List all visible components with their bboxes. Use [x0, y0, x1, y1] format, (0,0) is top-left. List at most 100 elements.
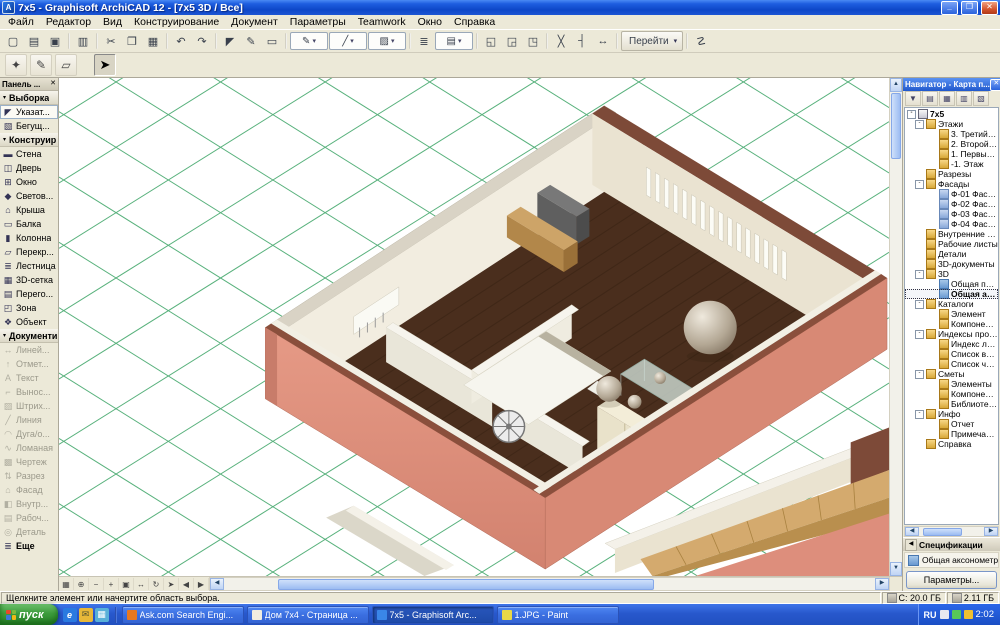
maximize-button[interactable]: ❐ — [961, 1, 978, 15]
undo-icon[interactable]: ↶ — [171, 31, 191, 51]
toolbar-icon[interactable] — [686, 33, 688, 49]
tree-item[interactable]: Отчет — [905, 419, 998, 429]
tray-messenger-icon[interactable] — [964, 610, 973, 619]
tree-project-root[interactable]: - 7x5 — [905, 109, 998, 119]
scroll-left-icon[interactable]: ◀ — [210, 578, 224, 590]
current-view-row[interactable]: Общая аксонометрия — [904, 552, 999, 568]
tool-wall[interactable]: ▬ Стена — [0, 147, 58, 161]
project-chooser-icon[interactable]: ▼ — [905, 91, 921, 106]
tool-detail[interactable]: ◎ Деталь — [0, 525, 58, 539]
tree-expander[interactable]: - — [915, 330, 924, 339]
origin-icon[interactable]: ⊕ — [74, 578, 89, 590]
tree-lists[interactable]: - Сметы — [905, 369, 998, 379]
horizontal-scroll-thumb[interactable] — [278, 579, 653, 590]
tree-item-selected[interactable]: Общая аксоно... — [905, 289, 998, 299]
tool-skylight[interactable]: ◆ Светов... — [0, 189, 58, 203]
tree-item[interactable]: Ф-02 Фасад юж... — [905, 199, 998, 209]
tray-volume-icon[interactable] — [940, 610, 949, 619]
tree-scroll-thumb[interactable] — [923, 528, 962, 536]
line-type-combo[interactable]: ╱ — [329, 32, 367, 50]
grid-snap-icon[interactable]: ▦ — [59, 578, 74, 590]
minimize-button[interactable]: _ — [941, 1, 958, 15]
tree-stories[interactable]: - Этажи — [905, 119, 998, 129]
task-paint[interactable]: 1.JPG - Paint — [497, 606, 619, 624]
tool-drawing[interactable]: ▩ Чертеж — [0, 455, 58, 469]
toolbar-icon[interactable] — [546, 33, 548, 49]
tree-item[interactable]: Ф-04 Фасад зап... — [905, 219, 998, 229]
tool-mesh[interactable]: ▦ 3D-сетка — [0, 273, 58, 287]
split-icon[interactable]: ╳ — [551, 31, 571, 51]
view-map-icon[interactable]: ▦ — [939, 91, 955, 106]
tree-expander[interactable]: - — [915, 270, 924, 279]
selection-arrow-icon[interactable]: ➤ — [94, 54, 116, 76]
tool-stair[interactable]: ≣ Лестница — [0, 259, 58, 273]
tool-object[interactable]: ❖ Объект — [0, 315, 58, 329]
tool-elevation[interactable]: ⌂ Фасад — [0, 483, 58, 497]
close-button[interactable]: ✕ — [981, 1, 998, 15]
tree-item[interactable]: Индекс листов — [905, 339, 998, 349]
publisher-icon[interactable]: ▧ — [973, 91, 989, 106]
menu-item[interactable]: Конструирование — [128, 16, 225, 28]
toolbox-more[interactable]: ≣ Еще — [0, 539, 58, 553]
cut-icon[interactable]: ✂ — [101, 31, 121, 51]
menu-item[interactable]: Файл — [2, 16, 40, 28]
layer-combo[interactable]: ▤ — [435, 32, 473, 50]
tree-item[interactable]: Библиотека по... — [905, 399, 998, 409]
tool-partition[interactable]: ▤ Перего... — [0, 287, 58, 301]
horizontal-scrollbar[interactable]: ◀ ▶ — [209, 577, 890, 591]
menu-item[interactable]: Справка — [448, 16, 501, 28]
tree-item[interactable]: Элемент — [905, 309, 998, 319]
prev-view-icon[interactable]: ◀ — [179, 578, 194, 590]
collapse-left-icon[interactable]: ◀ — [905, 539, 917, 551]
favorites-icon[interactable]: ✦ — [5, 54, 27, 76]
tree-expander[interactable]: - — [915, 300, 924, 309]
tree-item[interactable]: Примечания и з... — [905, 429, 998, 439]
tree-elevations[interactable]: - Фасады — [905, 179, 998, 189]
tool-column[interactable]: ▮ Колонна — [0, 231, 58, 245]
menu-item[interactable]: Вид — [97, 16, 128, 28]
viewport-3d-scene[interactable] — [59, 78, 889, 576]
tree-item[interactable]: Общая перспек... — [905, 279, 998, 289]
tool-fill[interactable]: ▨ Штрих... — [0, 399, 58, 413]
open-icon[interactable]: ▤ — [24, 31, 44, 51]
navigator-header[interactable]: Навигатор - Карта п... ✕ — [903, 78, 1000, 91]
app-icon[interactable]: A — [2, 1, 15, 14]
tree-3d-documents[interactable]: 3D-документы — [905, 259, 998, 269]
tree-item[interactable]: -1. Этаж — [905, 159, 998, 169]
scroll-up-icon[interactable]: ▲ — [890, 78, 902, 92]
tree-schedules[interactable]: - Каталоги — [905, 299, 998, 309]
toolbar-icon[interactable] — [616, 33, 618, 49]
tool-window[interactable]: ⊞ Окно — [0, 175, 58, 189]
tree-item[interactable]: 2. Второй этаж — [905, 139, 998, 149]
mail-icon[interactable]: ✉ — [79, 608, 93, 622]
tree-worksheets[interactable]: Рабочие листы — [905, 239, 998, 249]
tool-arrow[interactable]: ◤ Указат... — [0, 105, 58, 119]
zoom-out-icon[interactable]: − — [89, 578, 104, 590]
tree-item[interactable]: Элементы — [905, 379, 998, 389]
tree-project-indexes[interactable]: - Индексы проекта — [905, 329, 998, 339]
tree-item[interactable]: Компонента — [905, 319, 998, 329]
tree-info[interactable]: - Инфо — [905, 409, 998, 419]
task-archicad[interactable]: 7x5 - Graphisoft Arc... — [372, 606, 494, 624]
tray-antivirus-icon[interactable] — [952, 610, 961, 619]
tool-beam[interactable]: ▭ Балка — [0, 217, 58, 231]
print-icon[interactable]: ▥ — [73, 31, 93, 51]
task-ask-search[interactable]: Ask.com Search Engi... — [122, 606, 244, 624]
tool-roof[interactable]: ⌂ Крыша — [0, 203, 58, 217]
explore-icon[interactable]: ➤ — [164, 578, 179, 590]
start-button[interactable]: пуск — [0, 604, 58, 625]
toolbox-section-document[interactable]: Документи — [0, 329, 58, 343]
toolbox-header[interactable]: Панель ... ✕ — [0, 78, 58, 91]
vertical-scrollbar[interactable]: ▲ ▼ — [889, 78, 902, 576]
menu-item[interactable]: Редактор — [40, 16, 97, 28]
save-icon[interactable]: ▣ — [45, 31, 65, 51]
tree-horizontal-scrollbar[interactable]: ◀ ▶ — [904, 526, 999, 537]
tree-item[interactable]: 3. Третий этаж — [905, 129, 998, 139]
goto-button[interactable]: Перейти — [621, 31, 683, 51]
show-desktop-icon[interactable]: ▦ — [95, 608, 109, 622]
toolbox-section-design[interactable]: Конструир — [0, 133, 58, 147]
pen-icon[interactable]: ✎ — [241, 31, 261, 51]
tree-interior-views[interactable]: Внутренние виды — [905, 229, 998, 239]
tool-dimension[interactable]: ↔ Линей... — [0, 343, 58, 357]
next-view-icon[interactable]: ▶ — [194, 578, 209, 590]
